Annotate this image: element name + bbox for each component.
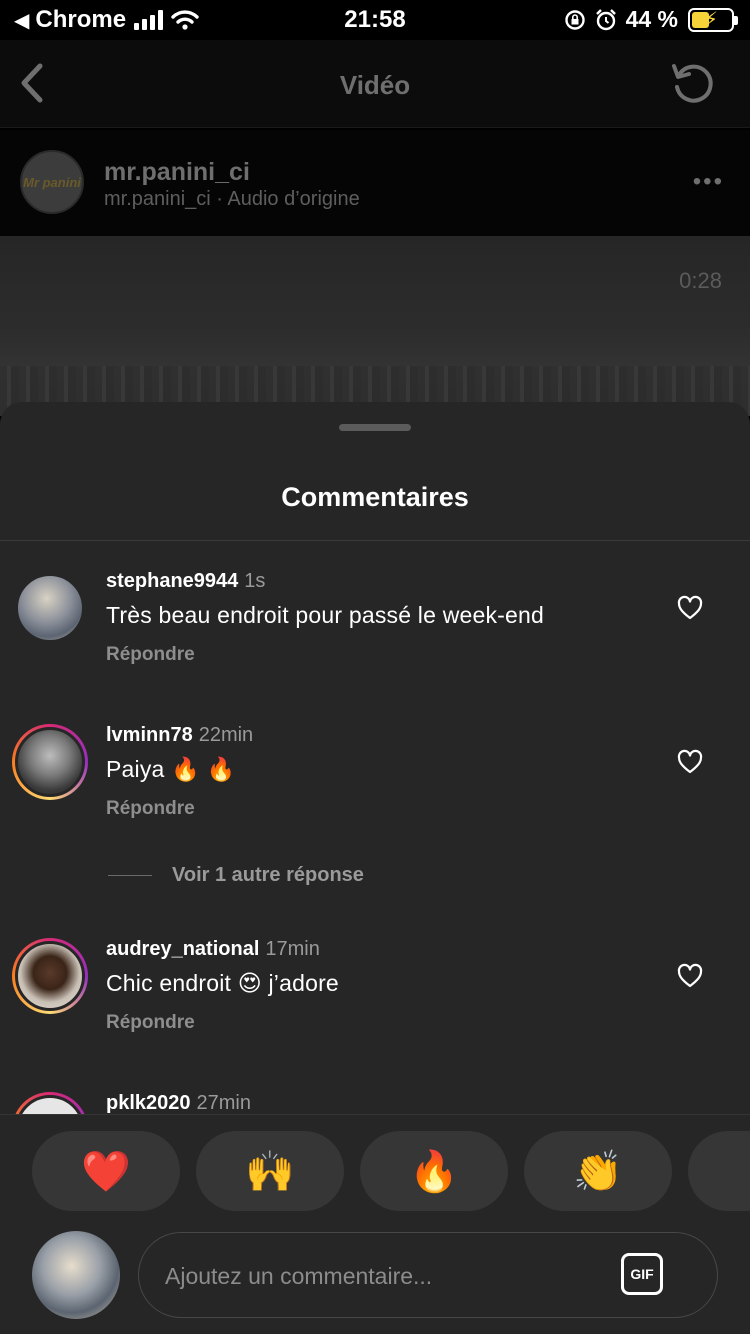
comment-text: Chic endroit 😍 j’adore: [106, 970, 339, 996]
author-avatar[interactable]: Mr panini: [20, 150, 84, 214]
replies-line: [108, 875, 152, 876]
reaction-heart-button[interactable]: ❤️: [32, 1131, 180, 1211]
comment-header: audrey_national 17min: [106, 938, 320, 961]
reaction-fire-button[interactable]: 🔥: [360, 1131, 508, 1211]
comment-header: lvminn78 22min: [106, 724, 253, 747]
my-avatar: [32, 1231, 120, 1319]
battery-percent: 44 %: [625, 6, 678, 32]
comments-sheet: Commentaires stephane9944 1s Très beau en…: [0, 402, 750, 1334]
comment-avatar[interactable]: [12, 724, 88, 800]
comment-text: Très beau endroit pour passé le week-end: [106, 602, 545, 628]
comment-time: 1s: [244, 570, 266, 592]
sheet-drag-handle[interactable]: [339, 424, 411, 431]
author-logo-text: Mr panini: [23, 174, 81, 190]
top-bar: Vidéo: [0, 40, 750, 128]
status-bar: ◀ Chrome 21:58 44 % ⚡: [0, 0, 750, 40]
reply-button[interactable]: Répondre: [106, 798, 195, 820]
comment-header: stephane9944 1s: [106, 570, 265, 593]
reaction-raised-hands-button[interactable]: 🙌: [196, 1131, 344, 1211]
comment-username[interactable]: lvminn78: [106, 724, 193, 746]
comment-avatar[interactable]: [12, 570, 88, 646]
comment-avatar[interactable]: [12, 938, 88, 1014]
gif-button[interactable]: GIF: [621, 1253, 663, 1295]
comment-username[interactable]: pklk2020: [106, 1092, 191, 1114]
alarm-icon: [595, 8, 616, 30]
divider: [0, 540, 750, 541]
video-player[interactable]: 0:28: [0, 236, 750, 416]
heart-icon[interactable]: [676, 962, 704, 990]
battery-icon: ⚡: [688, 7, 738, 32]
comments-list[interactable]: stephane9944 1s Très beau endroit pour pa…: [0, 542, 750, 1114]
comment-input[interactable]: Ajoutez un commentaire... GIF: [138, 1232, 718, 1318]
audio-source[interactable]: mr.panini_ci · Audio d’origine: [104, 188, 360, 211]
rotation-lock-icon: [564, 9, 585, 30]
comment-item: stephane9944 1s Très beau endroit pour pa…: [0, 560, 750, 690]
reply-button[interactable]: Répondre: [106, 1012, 195, 1034]
quick-reactions: ❤️ 🙌 🔥 👏: [32, 1131, 750, 1211]
comment-header: pklk2020 27min: [106, 1092, 251, 1114]
sheet-title: Commentaires: [281, 482, 469, 512]
post-author-row: Mr panini mr.panini_ci mr.panini_ci · Au…: [0, 130, 750, 236]
comment-item: pklk2020 27min: [0, 1082, 750, 1114]
reaction-clap-button[interactable]: 👏: [524, 1131, 672, 1211]
view-more-replies-label[interactable]: Voir 1 autre réponse: [172, 864, 364, 887]
view-more-replies[interactable]: Voir 1 autre réponse: [108, 864, 364, 887]
heart-icon[interactable]: [676, 748, 704, 776]
reply-button[interactable]: Répondre: [106, 644, 195, 666]
composer: Ajoutez un commentaire... GIF: [0, 1231, 750, 1331]
heart-icon[interactable]: [676, 594, 704, 622]
page-title: Vidéo: [339, 70, 411, 100]
comment-time: 17min: [265, 938, 320, 960]
comment-item: lvminn78 22min Paiya 🔥 🔥 Répondre: [0, 714, 750, 844]
comment-time: 27min: [196, 1092, 251, 1114]
comment-avatar[interactable]: [12, 1092, 88, 1114]
reaction-more-button[interactable]: [688, 1131, 750, 1211]
status-right: 44 % ⚡: [564, 6, 738, 33]
comment-username[interactable]: stephane9944: [106, 570, 238, 592]
video-duration: 0:28: [679, 268, 722, 293]
comment-time: 22min: [198, 724, 254, 746]
comment-item: audrey_national 17min Chic endroit 😍 j’ad…: [0, 928, 750, 1058]
comment-composer-area: ❤️ 🙌 🔥 👏 Ajoutez un commentaire... GIF: [0, 1114, 750, 1334]
more-options-icon[interactable]: •••: [693, 168, 724, 196]
comment-input-placeholder: Ajoutez un commentaire...: [165, 1263, 433, 1289]
refresh-icon[interactable]: [668, 58, 718, 108]
comment-text: Paiya 🔥 🔥: [106, 756, 236, 782]
gif-label: GIF: [630, 1266, 654, 1282]
author-username[interactable]: mr.panini_ci: [104, 158, 250, 187]
comment-username[interactable]: audrey_national: [106, 938, 259, 960]
